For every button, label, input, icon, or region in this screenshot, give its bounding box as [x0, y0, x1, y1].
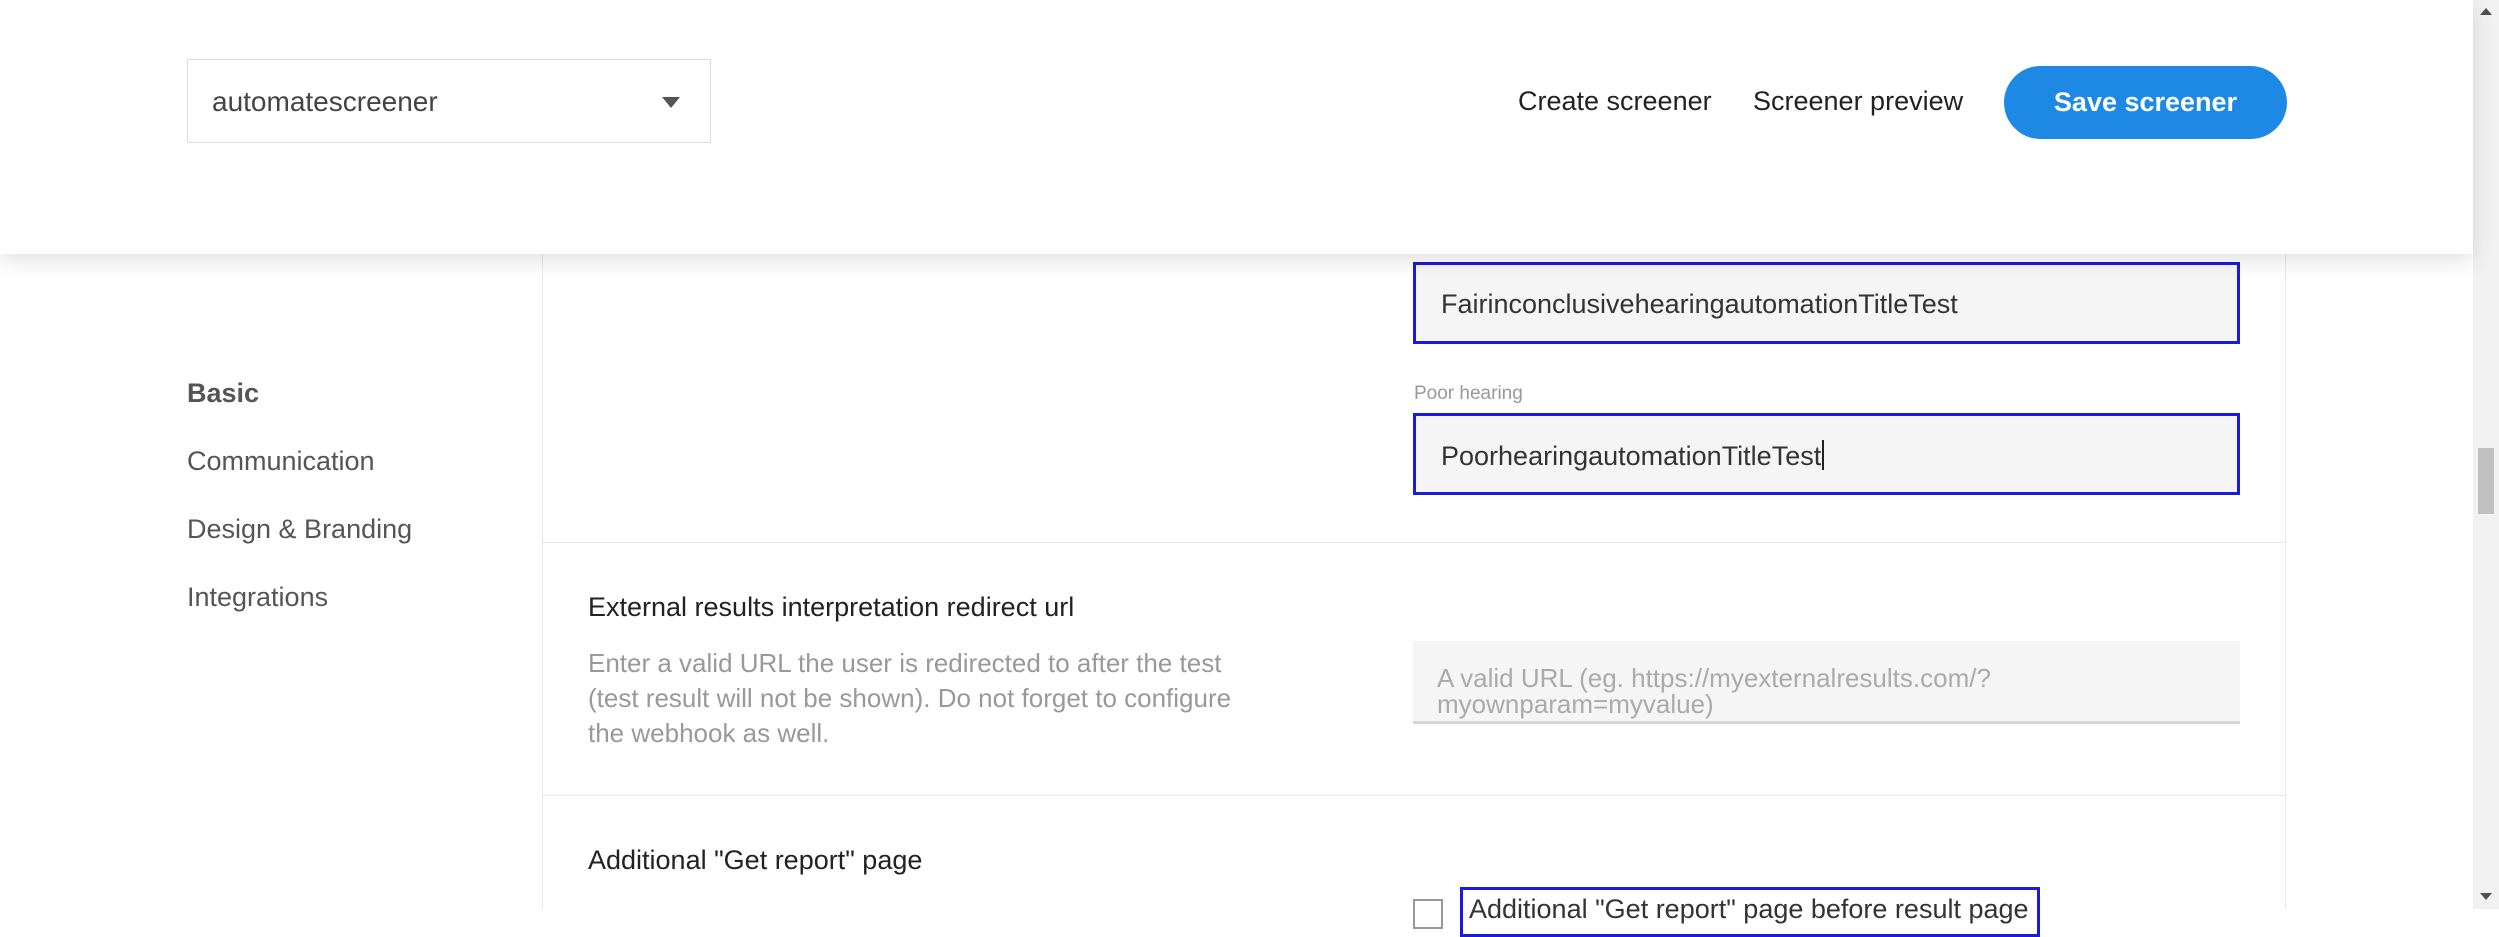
chevron-down-icon — [662, 97, 680, 108]
get-report-title: Additional "Get report" page — [588, 845, 923, 875]
content-card-border — [2285, 254, 2286, 909]
sidebar-item-integrations[interactable]: Integrations — [187, 582, 328, 613]
external-redirect-description: Enter a valid URL the user is redirected… — [588, 648, 1232, 748]
text-cursor — [1822, 440, 1825, 470]
fair-inconclusive-title-input[interactable]: FairinconclusivehearingautomationTitleTe… — [1413, 262, 2240, 344]
get-report-checkbox-label[interactable]: Additional "Get report" page before resu… — [1460, 887, 2040, 937]
fair-inconclusive-title-value: FairinconclusivehearingautomationTitleTe… — [1441, 289, 1958, 319]
sidebar-item-basic[interactable]: Basic — [187, 378, 259, 409]
save-screener-button[interactable]: Save screener — [2004, 66, 2287, 139]
screener-preview-link[interactable]: Screener preview — [1753, 86, 1963, 117]
get-report-checkbox[interactable] — [1413, 899, 1443, 929]
screener-select-value: automatescreener — [212, 86, 438, 117]
poor-hearing-title-input[interactable]: PoorhearingautomationTitleTest — [1413, 413, 2240, 495]
poor-hearing-title-value: PoorhearingautomationTitleTest — [1441, 441, 1822, 471]
poor-hearing-label: Poor hearing — [1414, 383, 1523, 404]
external-redirect-title: External results interpretation redirect… — [588, 592, 1075, 622]
sidebar-item-design-branding[interactable]: Design & Branding — [187, 514, 412, 545]
section-divider — [542, 542, 2286, 543]
content-card-border — [542, 254, 543, 909]
create-screener-link[interactable]: Create screener — [1518, 86, 1712, 117]
arrow-down-icon[interactable] — [2480, 893, 2492, 900]
scrollbar-thumb[interactable] — [2478, 448, 2494, 514]
arrow-up-icon[interactable] — [2480, 8, 2492, 15]
external-redirect-url-placeholder: A valid URL (eg. https://myexternalresul… — [1437, 663, 1991, 719]
screener-select[interactable]: automatescreener — [187, 59, 711, 143]
section-divider — [542, 795, 2286, 796]
top-bar: automatescreener Create screener Screene… — [0, 0, 2473, 254]
sidebar-item-communication[interactable]: Communication — [187, 446, 375, 477]
external-redirect-url-input[interactable]: A valid URL (eg. https://myexternalresul… — [1413, 641, 2240, 724]
